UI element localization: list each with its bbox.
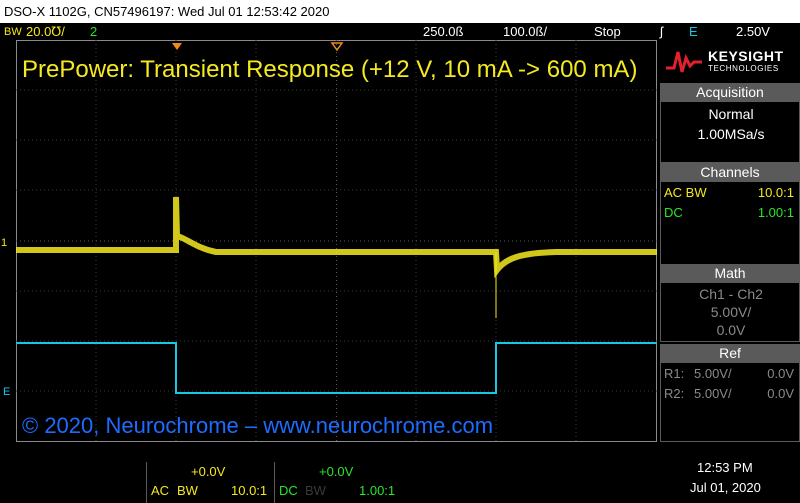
channel-2-probe: 1.00:1 <box>757 205 794 220</box>
ref-row-1[interactable]: R1: 5.00V/ 0.0V <box>664 366 796 381</box>
ref-2-offset: 0.0V <box>767 386 794 401</box>
ch1-trace <box>16 196 657 279</box>
trigger-level[interactable]: 2.50V <box>736 23 770 40</box>
ch2-coupling: DC <box>279 483 298 498</box>
ch2-probe: 1.00:1 <box>359 483 396 498</box>
channels-box[interactable]: AC BW 10.0:1 DC 1.00:1 <box>660 181 800 265</box>
run-state[interactable]: Stop <box>594 23 621 40</box>
math-box[interactable]: Ch1 - Ch2 5.00V/ 0.0V <box>660 282 800 342</box>
ch2-bw-limit: BW <box>305 483 326 498</box>
ch1-probe: 10.0:1 <box>231 483 268 498</box>
ref-1-label: R1: <box>664 366 685 381</box>
acquisition-header[interactable]: Acquisition <box>660 83 800 101</box>
trigger-source[interactable]: E <box>689 23 698 40</box>
math-scale: 5.00V/ <box>710 304 752 320</box>
ref-box[interactable]: R1: 5.00V/ 0.0V R2: 5.00V/ 0.0V <box>660 362 800 442</box>
right-panel: KEYSIGHT TECHNOLOGIES Acquisition Normal… <box>660 40 800 442</box>
grid-lines <box>16 40 657 442</box>
ref-header[interactable]: Ref <box>660 344 800 362</box>
acquisition-mode: Normal <box>708 106 754 122</box>
channel-row-1[interactable]: AC BW 10.0:1 <box>664 185 796 200</box>
brand-sub: TECHNOLOGIES <box>708 64 779 73</box>
ext-ground-marker[interactable]: E <box>3 386 10 398</box>
ch1-scale[interactable]: 20.0℧/ <box>26 23 65 40</box>
channel-row-2[interactable]: DC 1.00:1 <box>664 205 796 220</box>
math-expression: Ch1 - Ch2 <box>699 286 763 302</box>
ch1-settings-block[interactable]: +0.0V AC BW 10.0:1 <box>146 462 272 503</box>
acquisition-box[interactable]: Normal 1.00MSa/s <box>660 101 800 163</box>
waveform-display <box>16 40 657 442</box>
ref-1-offset: 0.0V <box>767 366 794 381</box>
ch2-settings-block[interactable]: +0.0V DC BW 1.00:1 <box>274 462 400 503</box>
channels-header[interactable]: Channels <box>660 163 800 181</box>
ref-2-label: R2: <box>664 386 685 401</box>
top-status-bar: BW 20.0℧/ 2 250.0ß 100.0ß/ Stop ʃ E 2.50… <box>0 23 800 40</box>
trigger-edge-icon: ʃ <box>660 24 663 39</box>
ch1-bw-limit: BW <box>177 483 198 498</box>
window-title: DSO-X 1102G, CN57496197: Wed Jul 01 12:5… <box>0 0 800 23</box>
clock-time: 12:53 PM <box>697 460 753 475</box>
ref-1-scale: 5.00V/ <box>694 366 732 381</box>
trigger-position-marker[interactable] <box>172 43 182 50</box>
ch1-coupling: AC <box>151 483 170 498</box>
ch2-indicator[interactable]: 2 <box>90 23 97 40</box>
delay[interactable]: 100.0ß/ <box>503 23 547 40</box>
ch2-offset: +0.0V <box>319 464 354 479</box>
ref-row-2[interactable]: R2: 5.00V/ 0.0V <box>664 386 796 401</box>
acquisition-rate: 1.00MSa/s <box>697 126 765 142</box>
plot-title: PrePower: Transient Response (+12 V, 10 … <box>22 56 638 83</box>
channel-1-label: AC BW <box>664 185 707 200</box>
timebase[interactable]: 250.0ß <box>423 23 463 40</box>
ch1-bw-indicator[interactable]: BW <box>4 24 22 41</box>
keysight-wave-icon <box>666 51 702 73</box>
math-header[interactable]: Math <box>660 264 800 282</box>
brand-name: KEYSIGHT <box>708 48 784 64</box>
copyright-text: © 2020, Neurochrome – www.neurochrome.co… <box>22 413 494 438</box>
math-offset: 0.0V <box>716 322 746 338</box>
ch1-ground-marker[interactable]: 1 <box>1 237 7 249</box>
ref-2-scale: 5.00V/ <box>694 386 732 401</box>
keysight-logo: KEYSIGHT TECHNOLOGIES <box>660 40 800 80</box>
clock-date: Jul 01, 2020 <box>690 480 761 495</box>
ch1-offset: +0.0V <box>191 464 226 479</box>
channel-1-probe: 10.0:1 <box>757 185 794 200</box>
bottom-status-bar: +0.0V AC BW 10.0:1 +0.0V DC BW 1.00:1 12… <box>0 442 800 503</box>
channel-2-label: DC <box>664 205 683 220</box>
